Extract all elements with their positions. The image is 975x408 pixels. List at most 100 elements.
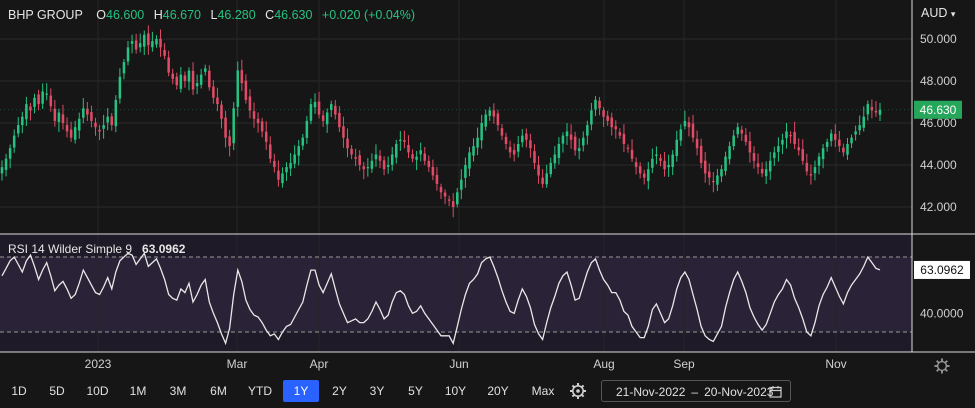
range-button-2y[interactable]: 2Y	[323, 380, 356, 402]
candle-body	[862, 116, 866, 128]
candle-body	[232, 108, 235, 144]
candle-body	[277, 170, 280, 180]
toolbar-settings-button[interactable]	[567, 380, 589, 402]
rsi-band	[0, 257, 912, 332]
candle-body	[821, 148, 825, 160]
candle-body	[382, 160, 386, 170]
candle-body	[813, 167, 817, 174]
candle-body	[695, 138, 699, 149]
candle-body	[25, 104, 28, 120]
currency-selector[interactable]: AUD ▾	[921, 6, 955, 20]
candle-body	[464, 165, 467, 178]
candle-body	[610, 117, 613, 128]
candle-body	[736, 127, 739, 135]
range-button-5y[interactable]: 5Y	[398, 380, 433, 402]
candle-body	[460, 179, 463, 190]
candle-body	[801, 149, 805, 161]
candle-body	[94, 122, 97, 128]
range-button-10y[interactable]: 10Y	[437, 380, 474, 402]
candle-body	[61, 114, 65, 123]
candle-body	[183, 75, 187, 81]
candle-body	[626, 147, 630, 149]
candle-body	[667, 165, 670, 168]
candle-body	[614, 126, 618, 130]
rsi-value-badge-text: 63.0962	[920, 263, 964, 277]
range-button-ytd[interactable]: YTD	[241, 380, 279, 402]
candle-body	[390, 154, 394, 165]
candle-body	[374, 154, 378, 160]
candle-body	[12, 135, 16, 148]
candle-body	[4, 158, 8, 170]
candle-body	[138, 43, 142, 48]
candle-body	[187, 70, 191, 82]
price-chart[interactable]: 42.00044.00046.00048.00050.0002023 Mar Apr…	[0, 0, 975, 378]
symbol-name: BHP GROUP	[8, 8, 83, 22]
candle-body	[476, 137, 479, 148]
range-button-3y[interactable]: 3Y	[360, 380, 394, 402]
candle-body	[244, 80, 248, 100]
candle-body	[720, 169, 723, 177]
candle-body	[313, 102, 317, 108]
candle-body	[252, 111, 256, 119]
candle-body	[586, 125, 589, 136]
candle-body	[143, 34, 146, 47]
candle-body	[573, 136, 577, 151]
candle-body	[451, 201, 455, 207]
range-button-1y[interactable]: 1Y	[283, 380, 319, 402]
range-button-3m[interactable]: 3M	[160, 380, 196, 402]
range-button-6m[interactable]: 6M	[200, 380, 237, 402]
date-tick-label: Apr	[310, 357, 329, 371]
candle-body	[403, 140, 406, 142]
rsi-legend: RSI 14 Wilder Simple 9 63.0962	[8, 242, 185, 256]
candle-body	[854, 131, 857, 135]
candle-body	[846, 144, 849, 155]
range-button-20y[interactable]: 20Y	[478, 380, 518, 402]
candle-body	[732, 135, 735, 147]
candle-body	[529, 140, 532, 149]
close-value: 46.630	[274, 8, 313, 22]
candle-body	[65, 124, 69, 132]
candle-body	[386, 165, 390, 167]
candle-body	[175, 76, 179, 86]
candle-body	[415, 156, 418, 160]
candle-body	[317, 101, 321, 115]
candle-body	[638, 166, 642, 174]
candle-body	[195, 83, 199, 87]
high-value: 46.670	[162, 8, 201, 22]
candle-body	[541, 177, 544, 184]
candlestick-series	[0, 25, 882, 218]
candle-body	[659, 158, 662, 161]
candle-body	[321, 115, 325, 121]
candle-body	[98, 129, 101, 132]
candle-body	[838, 139, 841, 147]
candle-body	[756, 163, 760, 168]
date-from: 21-Nov-2022	[616, 385, 686, 399]
range-button-10d[interactable]: 10D	[79, 380, 116, 402]
range-button-1d[interactable]: 1D	[2, 380, 36, 402]
range-button-1m[interactable]: 1M	[120, 380, 156, 402]
candle-body	[338, 112, 341, 128]
candle-body	[557, 144, 561, 158]
candle-body	[699, 145, 703, 163]
candle-body	[878, 109, 882, 115]
candle-body	[358, 155, 361, 165]
candle-body	[346, 138, 349, 149]
candle-body	[602, 110, 605, 117]
range-button-5d[interactable]: 5D	[40, 380, 74, 402]
date-range-picker[interactable]: 21-Nov-2022–20-Nov-2023	[601, 380, 791, 402]
date-separator: –	[691, 385, 699, 399]
candle-body	[728, 146, 731, 160]
candle-body	[760, 168, 764, 174]
candle-body	[740, 129, 744, 134]
candle-body	[488, 110, 492, 116]
candle-body	[622, 133, 626, 144]
candle-body	[512, 150, 516, 155]
candle-body	[102, 125, 105, 129]
candle-body	[208, 70, 211, 88]
range-button-max[interactable]: Max	[522, 380, 564, 402]
candle-body	[37, 94, 40, 105]
chart-settings-button[interactable]	[933, 357, 951, 380]
candle-body	[224, 117, 227, 138]
candle-body	[155, 39, 158, 45]
candle-body	[236, 70, 240, 107]
